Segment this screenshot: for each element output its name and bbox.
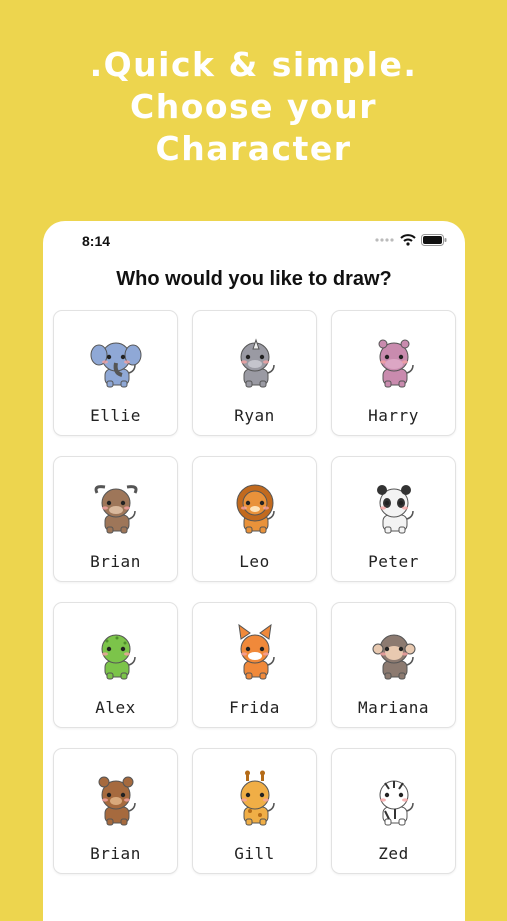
character-name: Frida [229,698,280,717]
character-card[interactable]: Peter [331,456,456,582]
character-card[interactable]: Brian [53,748,178,874]
character-name: Brian [90,552,141,571]
headline-line-2: Choose your [129,87,378,126]
rhino-icon [240,338,275,388]
wifi-icon [400,234,416,246]
character-card[interactable]: Alex [53,602,178,728]
zebra-icon [379,780,414,826]
character-name: Leo [239,552,270,571]
character-card[interactable]: Zed [331,748,456,874]
lion-icon [236,484,275,534]
status-icons [375,234,447,246]
hippo-icon [378,339,414,388]
headline-line-1: .Quick & simple. [89,45,418,84]
character-name: Alex [95,698,136,717]
fox-icon [238,623,275,680]
elephant-icon [90,342,142,388]
dinosaur-icon [101,634,136,680]
panda-icon [377,485,414,534]
character-card[interactable]: Brian [53,456,178,582]
character-name: Harry [368,406,419,425]
phone-screen: 8:14 Who would you like to draw? Ellie R… [43,221,465,921]
battery-icon [421,234,447,246]
character-name: Peter [368,552,419,571]
character-name: Gill [234,844,275,863]
character-card[interactable]: Ryan [192,310,317,436]
bear-icon [98,776,136,826]
monkey-icon [372,634,416,680]
signal-icon [375,238,394,242]
character-name: Mariana [358,698,429,717]
status-bar: 8:14 [43,221,465,261]
character-card[interactable]: Leo [192,456,317,582]
character-card[interactable]: Gill [192,748,317,874]
character-name: Brian [90,844,141,863]
character-name: Zed [378,844,409,863]
prompt-title: Who would you like to draw? [116,268,392,290]
buffalo-icon [94,485,138,534]
character-grid: Ellie Ryan Harry Brian Leo Peter Alex Fr… [53,310,456,874]
status-time: 8:14 [82,233,111,249]
character-name: Ellie [90,406,141,425]
giraffe-icon [240,770,275,826]
headline: .Quick & simple. Choose your Character [0,44,507,170]
character-card[interactable]: Harry [331,310,456,436]
headline-line-3: Character [155,129,352,168]
character-card[interactable]: Frida [192,602,317,728]
character-card[interactable]: Mariana [331,602,456,728]
character-name: Ryan [234,406,275,425]
character-card[interactable]: Ellie [53,310,178,436]
